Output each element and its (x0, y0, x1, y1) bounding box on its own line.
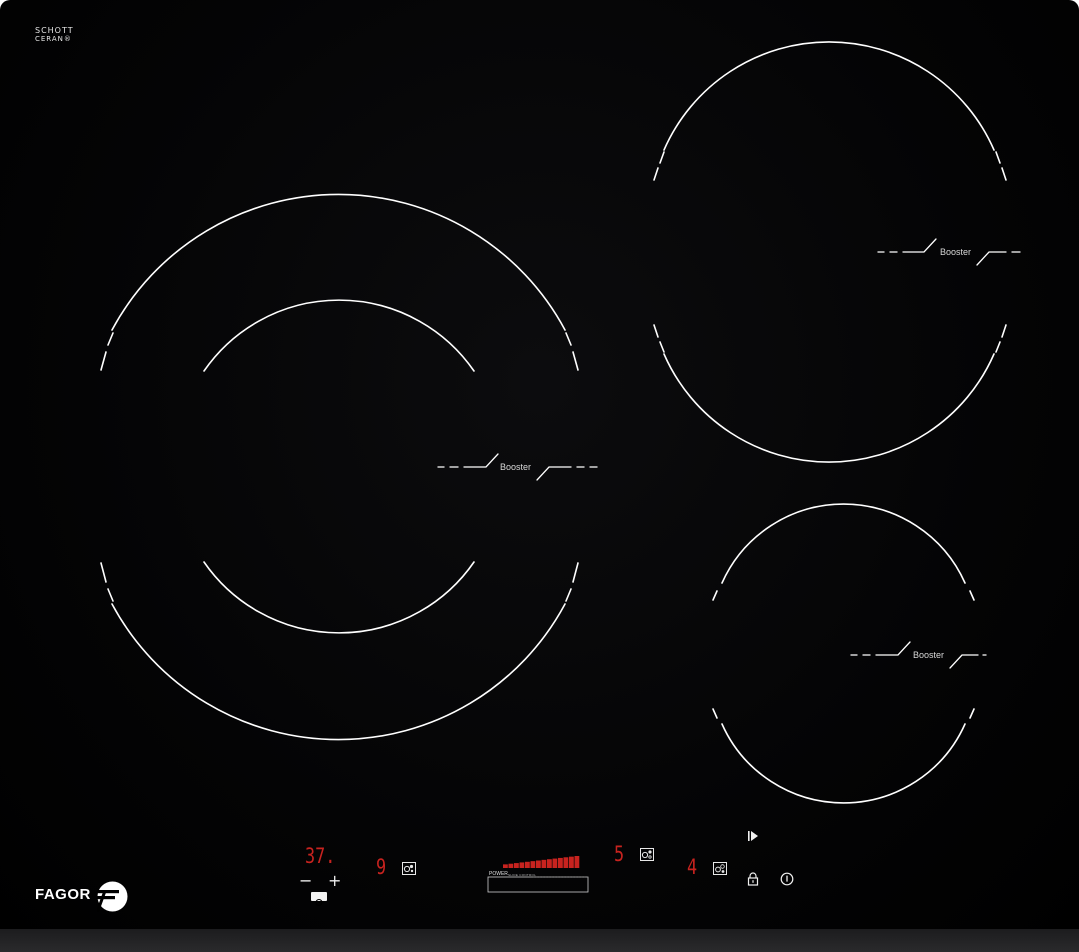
power-level-bar (514, 863, 519, 868)
pause-play-icon[interactable] (747, 827, 761, 841)
fagor-logo-icon (95, 881, 128, 912)
timer-display: 37. (305, 844, 336, 868)
power-level-bar (574, 856, 580, 868)
power-level-bar (536, 860, 541, 868)
small-right-booster-label: Booster (913, 650, 945, 660)
power-level-bar (525, 861, 530, 868)
power-level-bars (503, 856, 580, 868)
power-level-bar (530, 861, 536, 868)
manufacturer-logo-text: FAGOR (35, 886, 91, 903)
zone-c-level-display: 4 (687, 855, 698, 879)
power-level-bar (569, 856, 574, 868)
power-slider-frame (487, 876, 589, 893)
timer-plus-button[interactable]: + (328, 873, 341, 889)
power-level-bar (519, 862, 525, 868)
power-level-bar (552, 858, 558, 868)
power-sub-label: SLIDE CONTROL (508, 873, 537, 877)
glass-maker-logo-line2: CERAN® (35, 35, 72, 43)
lock-icon[interactable] (747, 871, 759, 886)
cooking-zones-graphics (100, 41, 1021, 893)
zone-a-level-display: 9 (376, 855, 387, 879)
cooktop-glass-surface: SCHOTT CERAN® Booster Booster Booster 37… (0, 0, 1079, 952)
power-icon[interactable] (780, 871, 794, 886)
large-left-zone-inner-ring (203, 299, 475, 634)
power-level-bar (503, 864, 508, 868)
zone-c-selector-icon[interactable] (713, 860, 727, 875)
clock-icon[interactable] (311, 892, 327, 906)
timer-minus-button[interactable]: − (299, 873, 312, 889)
power-level-bar (563, 857, 569, 868)
power-level-bar (508, 863, 514, 868)
power-level-bar (541, 859, 547, 868)
glass-maker-logo-line1: SCHOTT (35, 26, 74, 35)
power-level-bar (558, 857, 563, 868)
top-right-booster-label: Booster (940, 247, 972, 257)
power-level-bar (547, 859, 552, 868)
zone-a-selector-icon[interactable] (402, 860, 416, 875)
front-edge-trim (0, 929, 1079, 952)
large-left-booster-label: Booster (500, 462, 532, 472)
power-label: POWER (489, 871, 508, 877)
zone-b-level-display: 5 (614, 842, 625, 866)
zone-b-selector-icon[interactable] (640, 846, 654, 861)
